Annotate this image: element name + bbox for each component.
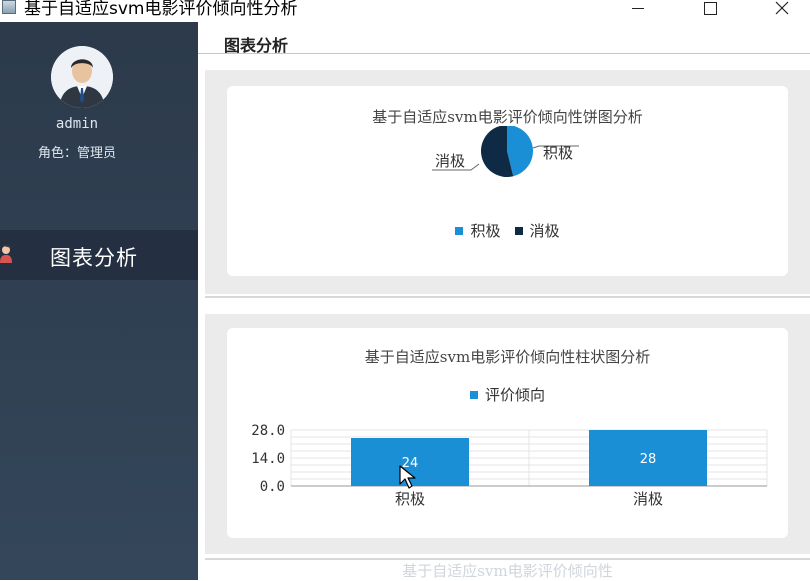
bar-data-label: 28 [640, 452, 657, 467]
bar-legend: 评价倾向 [227, 384, 788, 405]
window-title: 基于自适应svm电影评价倾向性分析 [24, 0, 298, 19]
bar-chart-panel: 基于自适应svm电影评价倾向性柱状图分析 评价倾向 0.0 14.0 28.0 24 积… [227, 328, 788, 538]
close-button[interactable] [762, 0, 802, 16]
minimize-icon [632, 7, 644, 9]
legend-label: 消极 [529, 222, 560, 240]
y-tick-label: 0.0 [260, 479, 285, 495]
legend-label: 评价倾向 [484, 386, 545, 404]
minimize-button[interactable] [618, 0, 658, 16]
y-tick-label: 28.0 [251, 423, 285, 439]
chart-scroll-area[interactable]: 基于自适应svm电影评价倾向性饼图分析 消极 积极 积极 消极 基于自适应svm… [205, 70, 810, 580]
page-title: 图表分析 [224, 36, 289, 55]
maximize-button[interactable] [690, 0, 730, 16]
user-role: 角色：管理员 [37, 146, 116, 161]
x-tick-label: 积极 [395, 490, 425, 508]
sidebar-item-label: 图表分析 [50, 246, 138, 270]
sidebar-item-chart-analysis[interactable]: 图表分析 [0, 230, 198, 280]
bar-section: 基于自适应svm电影评价倾向性柱状图分析 评价倾向 0.0 14.0 28.0 24 积… [205, 314, 810, 554]
bar-chart-title: 基于自适应svm电影评价倾向性柱状图分析 [364, 348, 651, 366]
sidebar: admin 角色：管理员 图表分析 [0, 22, 198, 580]
next-chart-title: 基于自适应svm电影评价倾向性 [402, 562, 613, 580]
pie-section: 基于自适应svm电影评价倾向性饼图分析 消极 积极 积极 消极 [205, 70, 810, 294]
section-divider [205, 296, 810, 298]
username: admin [55, 116, 99, 132]
maximize-icon [703, 1, 717, 15]
user-avatar-icon [51, 46, 113, 108]
legend-label: 积极 [470, 222, 501, 240]
legend-swatch-negative [514, 226, 523, 235]
main-header: 图表分析 [198, 22, 810, 55]
legend-swatch-series [469, 390, 478, 399]
pie-label-negative: 消极 [435, 152, 466, 170]
close-icon [775, 1, 789, 15]
window-title-bar: 基于自适应svm电影评价倾向性分析 [0, 0, 810, 22]
legend-item-series[interactable]: 评价倾向 [469, 384, 545, 405]
legend-item-negative[interactable]: 消极 [514, 220, 560, 241]
pie-legend: 积极 消极 [227, 220, 788, 241]
pie-label-positive: 积极 [543, 144, 574, 162]
app-icon [2, 0, 16, 14]
avatar [51, 46, 113, 108]
pie-chart-title: 基于自适应svm电影评价倾向性饼图分析 [372, 108, 643, 126]
mouse-cursor-icon [399, 465, 416, 489]
pie-chart-panel: 基于自适应svm电影评价倾向性饼图分析 消极 积极 积极 消极 [227, 86, 788, 276]
y-tick-label: 14.0 [251, 451, 285, 467]
legend-swatch-positive [455, 226, 464, 235]
x-tick-label: 消极 [633, 490, 663, 508]
user-icon [0, 244, 12, 263]
bar-chart: 0.014.028.024积极28消极 [251, 423, 768, 508]
legend-item-positive[interactable]: 积极 [455, 220, 501, 241]
